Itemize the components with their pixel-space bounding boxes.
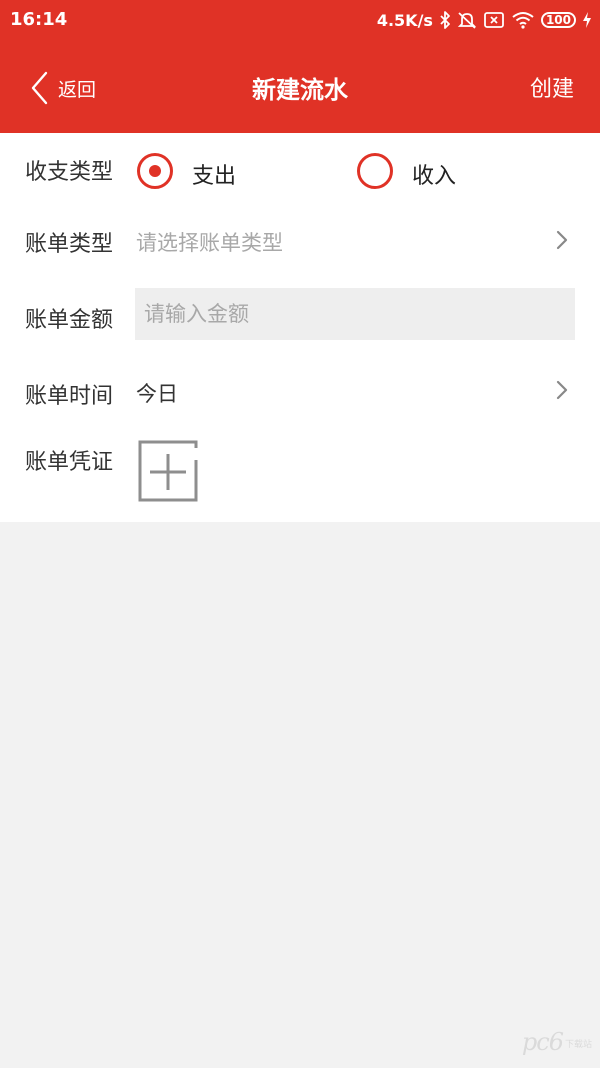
radio-expense[interactable]	[137, 153, 173, 189]
bill-type-label: 账单类型	[25, 232, 114, 257]
amount-input[interactable]	[135, 288, 575, 340]
network-speed: 4.5K/s	[376, 10, 433, 30]
status-bar: 16:14 4.5K/s 100	[0, 0, 600, 40]
radio-selected-dot	[149, 165, 161, 177]
type-label: 收支类型	[25, 160, 114, 185]
watermark-logo: pc6 下载站	[522, 1028, 592, 1056]
radio-income[interactable]	[357, 153, 393, 189]
amount-label: 账单金额	[25, 308, 114, 333]
voucher-label: 账单凭证	[25, 450, 114, 475]
bill-type-select[interactable]: 请选择账单类型	[136, 227, 283, 257]
chevron-right-icon[interactable]	[554, 379, 570, 401]
bill-form: 收支类型 支出 收入 账单类型 请选择账单类型 账单金额 账单时间 今日 账单凭…	[0, 133, 600, 522]
battery-icon: 100	[540, 12, 576, 28]
time-label: 账单时间	[25, 384, 114, 409]
watermark-main: pc6	[521, 1028, 564, 1056]
sim-x-icon	[483, 11, 505, 29]
status-icons: 4.5K/s 100	[377, 8, 592, 32]
charging-icon	[582, 11, 592, 29]
nav-bar: 返回 新建流水 创建	[0, 40, 600, 133]
add-image-button[interactable]	[138, 440, 198, 502]
battery-level: 100	[545, 13, 571, 27]
bluetooth-icon	[439, 11, 451, 29]
wifi-icon	[511, 11, 535, 29]
chevron-right-icon[interactable]	[554, 229, 570, 251]
radio-income-label[interactable]: 收入	[412, 158, 456, 190]
watermark-sub: 下载站	[564, 1040, 592, 1050]
app-header: 16:14 4.5K/s 100 返回 新建流水 创建	[0, 0, 600, 133]
radio-expense-label[interactable]: 支出	[192, 158, 236, 190]
time-value[interactable]: 今日	[136, 378, 178, 408]
page-title: 新建流水	[252, 76, 348, 104]
mute-bell-icon	[457, 10, 477, 30]
status-time: 16:14	[10, 9, 68, 30]
create-button[interactable]: 创建	[530, 71, 574, 103]
